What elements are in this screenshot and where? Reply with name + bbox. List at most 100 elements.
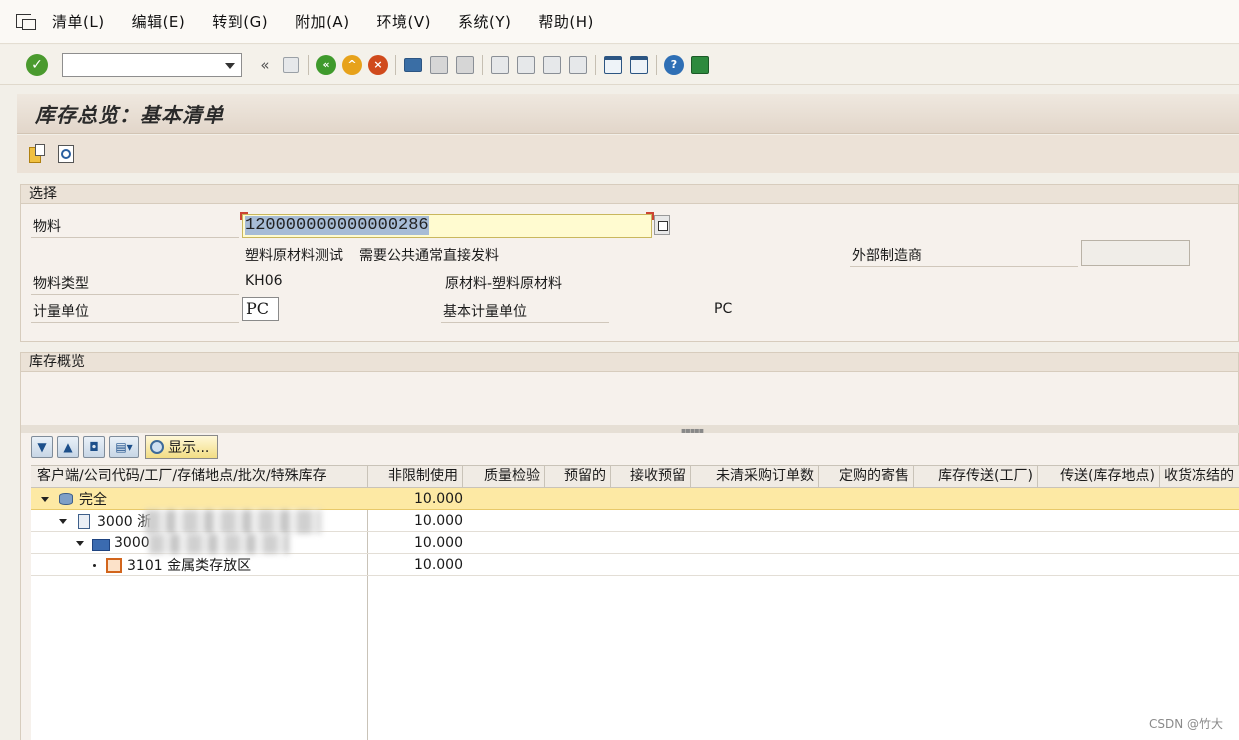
- column-header-hierarchy[interactable]: 客户端/公司代码/工厂/存储地点/批次/特殊库存: [31, 466, 368, 488]
- toolbar-separator: [308, 54, 309, 75]
- stock-overview-group: 库存概览 ▪▪▪▪▪ ▼ ▲ ◘ ▤▾ 显示... 客户端/公司代码/工厂/存储…: [20, 352, 1239, 740]
- magnifier-icon: [150, 440, 164, 454]
- menu-extras[interactable]: 附加(A): [295, 11, 349, 32]
- unit-of-measure-input[interactable]: PC: [242, 297, 279, 321]
- chevron-down-icon[interactable]: [225, 62, 235, 69]
- row-label: 3000: [114, 535, 150, 551]
- find-next-icon[interactable]: [455, 55, 475, 75]
- toolbar-separator: [395, 54, 396, 75]
- grid-toolbar: ▼ ▲ ◘ ▤▾ 显示...: [31, 433, 219, 461]
- leaf-bullet-icon: [93, 563, 96, 567]
- application-toolbar: [17, 135, 1239, 173]
- toolbar-separator: [482, 54, 483, 75]
- material-type-value: KH06: [245, 273, 283, 289]
- previous-page-icon[interactable]: [516, 55, 536, 75]
- redacted-text: [145, 510, 321, 534]
- menu-bar: 清单(L) 编辑(E) 转到(G) 附加(A) 环境(V) 系统(Y) 帮助(H…: [0, 0, 1239, 44]
- toolbar-separator: [656, 54, 657, 75]
- back-icon[interactable]: «: [316, 54, 336, 75]
- redacted-text: [149, 534, 289, 554]
- menu-list[interactable]: 清单(L): [52, 11, 105, 32]
- material-type-label: 物料类型: [33, 276, 89, 292]
- display-button-label: 显示...: [168, 440, 210, 456]
- material-input-value: 120000000000000286: [245, 216, 429, 235]
- company-code-icon: [75, 513, 93, 529]
- label-underline: [441, 322, 609, 323]
- next-page-icon[interactable]: [542, 55, 562, 75]
- manufacturer-field: [1081, 240, 1190, 266]
- shortcut-icon[interactable]: [629, 55, 649, 75]
- base-unit-value: PC: [714, 301, 733, 317]
- column-header-transfer-plant[interactable]: 库存传送(工厂): [914, 466, 1038, 488]
- column-header-rcpt-reservation[interactable]: 接收预留: [611, 466, 691, 488]
- cancel-icon[interactable]: ×: [368, 54, 388, 75]
- menu-edit[interactable]: 编辑(E): [132, 11, 186, 32]
- row-label: 完全: [79, 492, 107, 508]
- collapse-toolbar-icon[interactable]: «: [255, 55, 275, 75]
- refresh-icon[interactable]: [55, 143, 77, 165]
- label-underline: [31, 322, 239, 323]
- database-icon: [57, 491, 75, 507]
- print-icon[interactable]: ▤▾: [109, 436, 139, 458]
- print-icon[interactable]: [403, 55, 423, 75]
- column-header-quality-inspection[interactable]: 质量检验: [463, 466, 545, 488]
- find-icon[interactable]: [429, 55, 449, 75]
- material-description-2: 需要公共通常直接发料: [359, 248, 499, 264]
- value-help-icon[interactable]: [654, 215, 670, 235]
- label-underline: [31, 294, 239, 295]
- column-header-gr-blocked[interactable]: 收货冻结的: [1160, 466, 1239, 488]
- row-label: 3000 浙: [97, 514, 152, 530]
- plant-icon: [92, 535, 110, 551]
- menu-help[interactable]: 帮助(H): [538, 11, 593, 32]
- create-session-icon[interactable]: [603, 55, 623, 75]
- material-type-description: 原材料-塑料原材料: [445, 276, 563, 292]
- storage-location-icon: [105, 557, 123, 573]
- first-page-icon[interactable]: [490, 55, 510, 75]
- expand-arrow-icon[interactable]: [59, 518, 67, 524]
- other-material-icon[interactable]: [27, 143, 49, 165]
- label-underline: [850, 266, 1078, 267]
- unrestricted-value: 10.000: [414, 491, 463, 507]
- manufacturer-label: 外部制造商: [852, 248, 922, 264]
- collapse-all-icon[interactable]: ▲: [57, 436, 79, 458]
- unrestricted-value: 10.000: [414, 513, 463, 529]
- column-header-transfer-sloc[interactable]: 传送(库存地点): [1038, 466, 1160, 488]
- unit-of-measure-label: 计量单位: [33, 304, 89, 320]
- exit-icon[interactable]: ^: [342, 54, 362, 75]
- column-header-unrestricted[interactable]: 非限制使用: [368, 466, 463, 488]
- find-icon[interactable]: ◘: [83, 436, 105, 458]
- toolbar-separator: [595, 54, 596, 75]
- menu-environment[interactable]: 环境(V): [377, 11, 431, 32]
- expand-arrow-icon[interactable]: [76, 540, 84, 546]
- command-field[interactable]: [62, 52, 242, 77]
- expand-arrow-icon[interactable]: [41, 496, 49, 502]
- splitter-handle[interactable]: ▪▪▪▪▪: [21, 425, 1239, 435]
- system-menu-icon[interactable]: [16, 13, 38, 30]
- expand-all-icon[interactable]: ▼: [31, 436, 53, 458]
- table-row[interactable]: 3101 金属类存放区 10.000: [31, 554, 1239, 576]
- material-label: 物料: [33, 219, 61, 235]
- selection-group-header: 选择: [21, 185, 1238, 204]
- help-icon[interactable]: ?: [664, 54, 684, 75]
- last-page-icon[interactable]: [568, 55, 588, 75]
- column-header-consignment[interactable]: 定购的寄售: [819, 466, 914, 488]
- stock-overview-header: 库存概览: [21, 353, 1238, 372]
- save-icon[interactable]: [281, 55, 301, 75]
- title-bar: 库存总览：基本清单: [17, 94, 1239, 134]
- page-title: 库存总览：基本清单: [35, 103, 224, 127]
- enter-icon[interactable]: ✓: [26, 53, 48, 76]
- label-underline: [31, 237, 239, 238]
- unrestricted-value: 10.000: [414, 557, 463, 573]
- table-row[interactable]: 完全 10.000: [31, 488, 1239, 510]
- menu-goto[interactable]: 转到(G): [212, 11, 268, 32]
- menu-system[interactable]: 系统(Y): [458, 11, 511, 32]
- column-header-open-po[interactable]: 未清采购订单数: [691, 466, 819, 488]
- material-input[interactable]: 120000000000000286: [240, 212, 654, 238]
- unrestricted-value: 10.000: [414, 535, 463, 551]
- display-button[interactable]: 显示...: [145, 435, 219, 459]
- material-description: 塑料原材料测试: [245, 248, 343, 264]
- unit-of-measure-value: PC: [246, 299, 270, 318]
- row-label: 3101 金属类存放区: [127, 558, 252, 574]
- customize-layout-icon[interactable]: [690, 55, 710, 75]
- column-header-reserved[interactable]: 预留的: [545, 466, 611, 488]
